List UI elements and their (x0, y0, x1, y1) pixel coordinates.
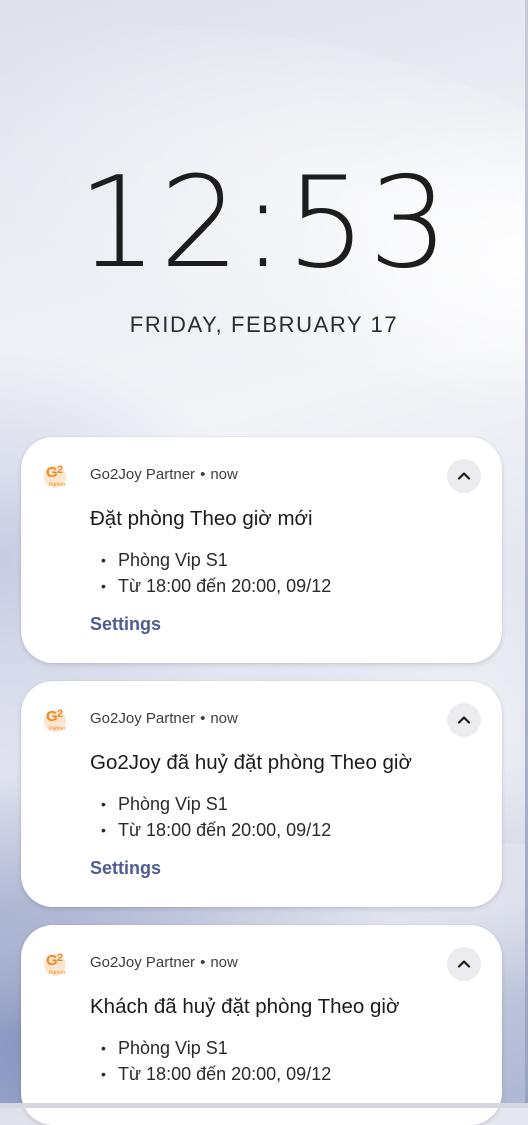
notification-header: Go2Joy Partner • now (90, 710, 238, 727)
collapse-button[interactable] (447, 703, 481, 737)
separator-dot: • (200, 710, 206, 727)
notification-line: Từ 18:00 đến 20:00, 09/12 (101, 573, 331, 599)
go2joy-partner-logo-icon: G 2 Partner (42, 704, 72, 734)
settings-button[interactable]: Settings (90, 858, 161, 879)
notification-title: Go2Joy đã huỷ đặt phòng Theo giờ (90, 751, 412, 774)
chevron-up-icon (457, 472, 471, 480)
notification-card[interactable]: G 2 Partner Go2Joy Partner • now Go2Joy đã… (21, 681, 502, 907)
svg-text:Partner: Partner (49, 726, 66, 732)
svg-text:2: 2 (57, 708, 63, 720)
screen-bottom-edge (0, 1103, 528, 1108)
notification-body: Phòng Vip S1 Từ 18:00 đến 20:00, 09/12 (101, 791, 331, 843)
svg-text:Partner: Partner (49, 482, 66, 488)
settings-button[interactable]: Settings (90, 614, 161, 635)
notification-timestamp: now (210, 466, 238, 483)
notification-title: Khách đã huỷ đặt phòng Theo giờ (90, 995, 400, 1018)
svg-text:2: 2 (57, 464, 63, 476)
go2joy-partner-logo-icon: G 2 Partner (42, 948, 72, 978)
lockscreen-clock: 12:53 (77, 149, 451, 296)
notification-header: Go2Joy Partner • now (90, 954, 238, 971)
notification-body: Phòng Vip S1 Từ 18:00 đến 20:00, 09/12 (101, 547, 331, 599)
notification-timestamp: now (210, 710, 238, 727)
separator-dot: • (200, 466, 206, 483)
svg-text:G: G (46, 952, 58, 969)
notification-timestamp: now (210, 954, 238, 971)
app-name: Go2Joy Partner (90, 710, 196, 727)
chevron-up-icon (457, 960, 471, 968)
notification-body: Phòng Vip S1 Từ 18:00 đến 20:00, 09/12 (101, 1035, 331, 1087)
notification-card[interactable]: G 2 Partner Go2Joy Partner • now Khách đã … (21, 925, 502, 1125)
collapse-button[interactable] (447, 947, 481, 981)
svg-text:Partner: Partner (49, 970, 66, 976)
notification-header: Go2Joy Partner • now (90, 466, 238, 483)
notification-card[interactable]: G 2 Partner Go2Joy Partner • now Đặt phòng… (21, 437, 502, 663)
notification-line: Phòng Vip S1 (101, 1035, 331, 1061)
notification-line: Phòng Vip S1 (101, 791, 331, 817)
notification-line: Phòng Vip S1 (101, 547, 331, 573)
chevron-up-icon (457, 716, 471, 724)
notification-line: Từ 18:00 đến 20:00, 09/12 (101, 817, 331, 843)
svg-text:G: G (46, 708, 58, 725)
app-name: Go2Joy Partner (90, 466, 196, 483)
svg-text:2: 2 (57, 952, 63, 964)
app-name: Go2Joy Partner (90, 954, 196, 971)
collapse-button[interactable] (447, 459, 481, 493)
notification-title: Đặt phòng Theo giờ mới (90, 507, 313, 530)
go2joy-partner-logo-icon: G 2 Partner (42, 460, 72, 490)
separator-dot: • (200, 954, 206, 971)
svg-text:G: G (46, 464, 58, 481)
notification-line: Từ 18:00 đến 20:00, 09/12 (101, 1061, 331, 1087)
lockscreen-date: FRIDAY, FEBRUARY 17 (129, 312, 399, 337)
